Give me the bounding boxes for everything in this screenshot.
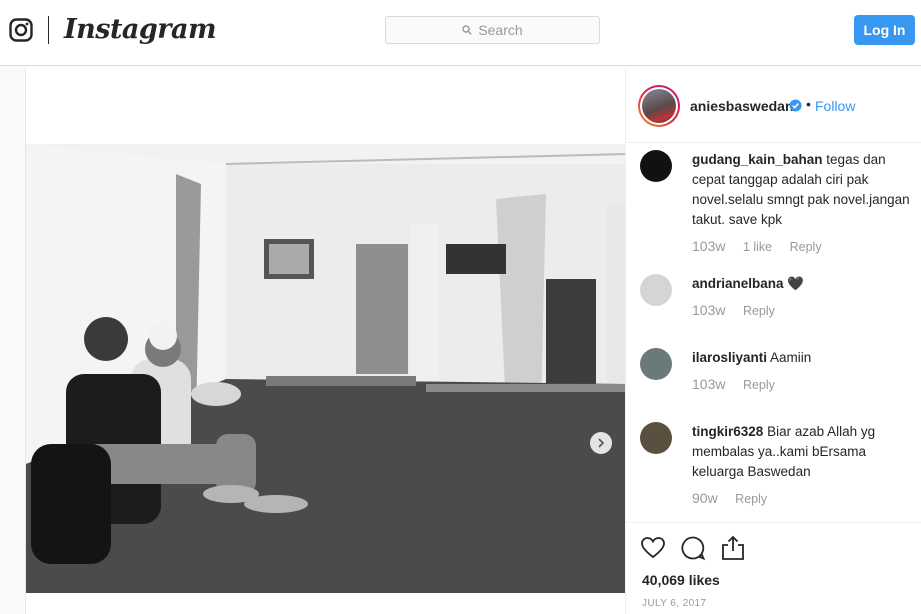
next-photo-button[interactable] — [590, 432, 612, 454]
comment-age[interactable]: 103w — [692, 238, 725, 254]
instagram-glyph-icon[interactable] — [9, 18, 33, 42]
author-username[interactable]: aniesbaswedan — [690, 98, 794, 114]
like-count[interactable]: 40,069 likes — [642, 572, 720, 588]
comment-age[interactable]: 103w — [692, 302, 725, 318]
comment-text: Aamiin — [770, 350, 812, 365]
comment-icon[interactable] — [680, 535, 706, 561]
logo-divider — [48, 16, 49, 44]
follow-button[interactable]: Follow — [815, 98, 855, 114]
comment-age[interactable]: 90w — [692, 490, 718, 506]
comment-username[interactable]: ilarosliyanti — [692, 350, 767, 365]
search-placeholder: Search — [478, 22, 523, 38]
share-icon[interactable] — [720, 535, 746, 561]
separator-dot: • — [806, 96, 811, 112]
photo-mosque-interior — [26, 144, 626, 593]
post-header: aniesbaswedan • Follow — [626, 68, 921, 143]
comment-username[interactable]: tingkir6328 — [692, 424, 763, 439]
post-actions: 40,069 likes JULY 6, 2017 — [626, 522, 921, 614]
reply-button[interactable]: Reply — [735, 492, 767, 506]
post-date[interactable]: JULY 6, 2017 — [642, 598, 706, 609]
post-sidebar: aniesbaswedan • Follow gudang_kain_bahan… — [625, 68, 921, 614]
verified-badge-icon — [789, 99, 802, 112]
top-nav: Instagram Search Log In — [0, 0, 921, 66]
comment-age[interactable]: 103w — [692, 376, 725, 392]
commenter-avatar[interactable] — [640, 274, 672, 306]
commenter-avatar[interactable] — [640, 150, 672, 182]
author-avatar[interactable] — [638, 85, 680, 127]
commenter-avatar[interactable] — [640, 348, 672, 380]
chevron-right-icon — [598, 438, 605, 448]
reply-button[interactable]: Reply — [790, 240, 822, 254]
commenter-avatar[interactable] — [640, 422, 672, 454]
reply-button[interactable]: Reply — [743, 378, 775, 392]
comment-text: 🖤 — [787, 276, 805, 291]
comment-username[interactable]: andrianelbana — [692, 276, 784, 291]
heart-icon[interactable] — [640, 535, 666, 561]
post-photo[interactable] — [26, 144, 626, 593]
login-button[interactable]: Log In — [854, 15, 915, 45]
post-card: aniesbaswedan • Follow gudang_kain_bahan… — [25, 68, 921, 614]
comment-username[interactable]: gudang_kain_bahan — [692, 152, 823, 167]
search-icon — [462, 25, 473, 35]
avatar-image — [642, 89, 676, 123]
comment-likes[interactable]: 1 like — [743, 240, 772, 254]
comment-list[interactable]: gudang_kain_bahan tegas dan cepat tangga… — [626, 144, 921, 522]
search-input[interactable]: Search — [385, 16, 600, 44]
instagram-wordmark[interactable]: Instagram — [64, 14, 217, 45]
reply-button[interactable]: Reply — [743, 304, 775, 318]
